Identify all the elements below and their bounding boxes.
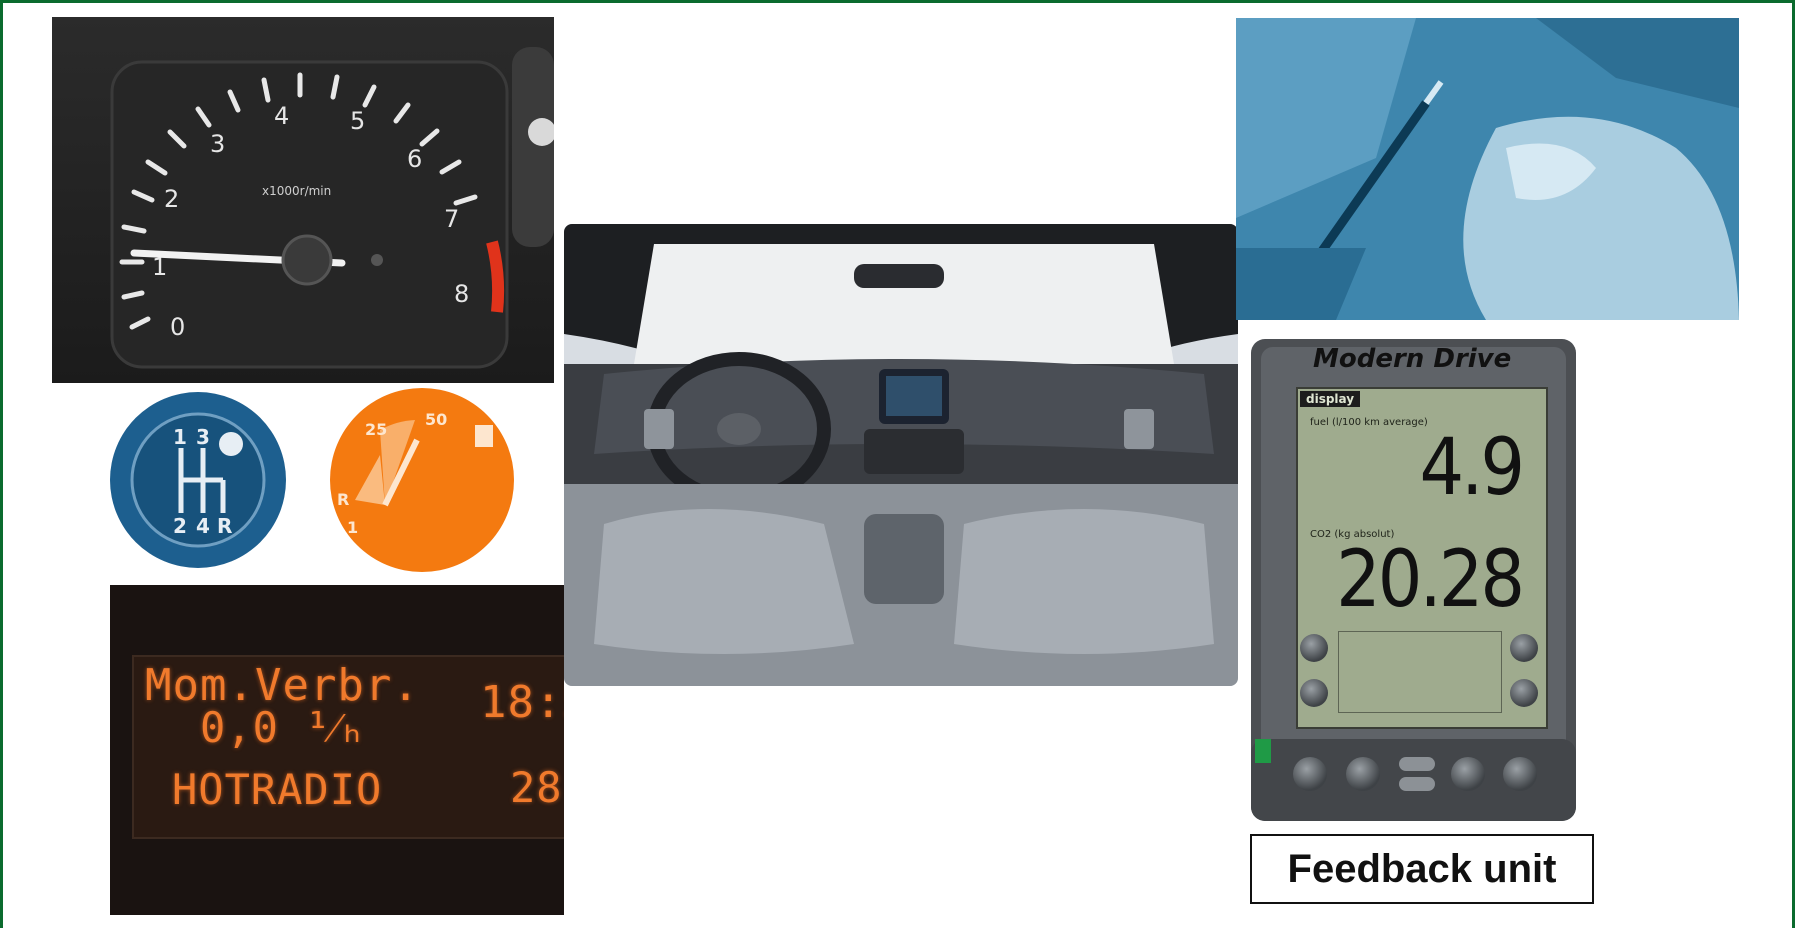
tach-label-3: 3 [210, 130, 225, 158]
hand-stylus-photo [1236, 18, 1739, 320]
tach-unit-label: x1000r/min [262, 184, 331, 198]
pda-left-bottom-icon[interactable] [1300, 679, 1328, 707]
gear-knob-icon: 1 3 2 4 R [103, 388, 293, 573]
pda-fuel-label: fuel (l/100 km average) [1310, 417, 1428, 428]
car-interior-photo [564, 224, 1238, 686]
pda-scroll-down-button[interactable] [1399, 777, 1435, 791]
gear-label-r: R [217, 514, 232, 538]
pda-screen: display fuel (l/100 km average) 4.9 CO2 … [1296, 387, 1548, 729]
display-radio-station: HOTRADIO [172, 765, 383, 814]
tach-label-5: 5 [350, 107, 365, 135]
fuel-gauge-icon: 25 50 R 1 [325, 385, 520, 575]
pda-graph-area [1338, 631, 1502, 713]
dashboard-display-photo: Mom.Verbr. 0,0 ¹⁄ₕ 18:5 HOTRADIO 28 [110, 585, 564, 915]
tachometer-photo: 0 1 2 3 4 5 6 7 8 x1000r/min [52, 17, 554, 383]
fuel-label-r: R [337, 490, 349, 509]
pda-todo-button[interactable] [1451, 757, 1485, 791]
fuel-label-1: 1 [347, 518, 358, 537]
tach-label-0: 0 [170, 313, 185, 341]
gear-label-4: 4 [196, 514, 210, 538]
tach-label-7: 7 [444, 205, 459, 233]
pda-co2-value: 20.28 [1336, 535, 1525, 625]
display-line-consumption-value: 0,0 ¹⁄ₕ [200, 703, 366, 752]
tach-label-2: 2 [164, 185, 179, 213]
gear-label-2: 2 [173, 514, 187, 538]
tach-label-4: 4 [274, 102, 289, 130]
pda-right-top-icon[interactable] [1510, 634, 1538, 662]
pda-right-bottom-icon[interactable] [1510, 679, 1538, 707]
pda-feedback-device: Modern Drive display fuel (l/100 km aver… [1251, 339, 1576, 821]
fuel-label-50: 50 [425, 410, 447, 429]
fuel-label-25: 25 [365, 420, 387, 439]
pda-calendar-button[interactable] [1293, 757, 1327, 791]
gear-label-3: 3 [196, 425, 210, 449]
display-radio-number: 28 [510, 763, 563, 812]
pda-scroll-up-button[interactable] [1399, 757, 1435, 771]
pda-fuel-value: 4.9 [1419, 423, 1525, 513]
display-clock: 18:5 [480, 677, 564, 728]
tach-label-8: 8 [454, 280, 469, 308]
pda-left-top-icon[interactable] [1300, 634, 1328, 662]
pda-title: Modern Drive [1313, 344, 1512, 374]
tach-label-6: 6 [407, 145, 422, 173]
gear-label-1: 1 [173, 425, 187, 449]
pda-memo-button[interactable] [1503, 757, 1537, 791]
feedback-unit-caption: Feedback unit [1250, 834, 1594, 904]
pda-phone-button[interactable] [1346, 757, 1380, 791]
feedback-unit-label: Feedback unit [1287, 846, 1557, 891]
pda-display-tab[interactable]: display [1300, 391, 1361, 407]
